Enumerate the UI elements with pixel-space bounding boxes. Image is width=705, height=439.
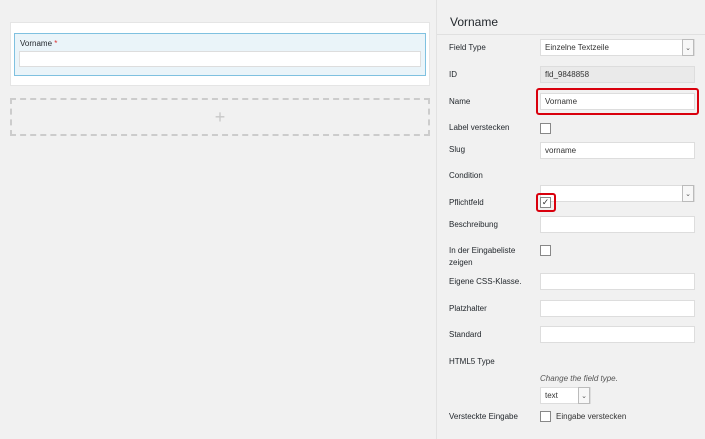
- default-field[interactable]: [540, 326, 695, 343]
- form-canvas: Vorname * +: [0, 0, 436, 439]
- entry-list-checkbox[interactable]: [540, 245, 551, 256]
- css-class-field[interactable]: [540, 273, 695, 290]
- hidden-input-control[interactable]: Eingabe verstecken: [540, 411, 626, 422]
- preview-field-label: Vorname *: [20, 39, 57, 48]
- preview-text-input[interactable]: [19, 51, 421, 67]
- condition-label: Condition: [449, 171, 483, 180]
- required-label: Pflichtfeld: [449, 198, 484, 207]
- required-asterisk: *: [54, 39, 58, 48]
- hide-label-label: Label verstecken: [449, 123, 510, 132]
- slug-value: vorname: [545, 146, 577, 155]
- condition-select[interactable]: ⌄: [540, 185, 695, 202]
- placeholder-field[interactable]: [540, 300, 695, 317]
- chevron-down-icon[interactable]: ⌄: [682, 39, 694, 56]
- field-card[interactable]: Vorname *: [10, 22, 430, 86]
- selected-field-preview[interactable]: Vorname *: [14, 33, 426, 76]
- hide-label-checkbox[interactable]: [540, 123, 551, 134]
- html5-type-value: text: [545, 391, 558, 400]
- chevron-down-icon[interactable]: ⌄: [578, 387, 590, 404]
- panel-title: Vorname: [450, 15, 499, 29]
- slug-label: Slug: [449, 145, 466, 154]
- id-label: ID: [449, 70, 457, 79]
- html5-type-label: HTML5 Type: [449, 357, 495, 366]
- default-label: Standard: [449, 330, 482, 339]
- slug-field[interactable]: vorname: [540, 142, 695, 159]
- name-label: Name: [449, 97, 471, 106]
- entry-list-label: In der Eingabeliste zeigen: [449, 246, 516, 267]
- field-type-select[interactable]: Einzelne Textzeile ⌄: [540, 39, 695, 56]
- id-value: fld_9848858: [545, 70, 590, 79]
- html5-type-select[interactable]: text ⌄: [540, 387, 591, 404]
- name-field[interactable]: Vorname: [540, 93, 695, 110]
- panel-divider: [437, 34, 705, 35]
- id-field: fld_9848858: [540, 66, 695, 83]
- description-field[interactable]: [540, 216, 695, 233]
- add-field-button[interactable]: +: [10, 98, 430, 136]
- required-checkbox[interactable]: ✓: [540, 197, 551, 208]
- name-value: Vorname: [545, 97, 578, 106]
- plus-icon: +: [214, 107, 226, 127]
- field-type-label: Field Type: [449, 43, 486, 52]
- field-settings-panel: Vorname Field Type Einzelne Textzeile ⌄ …: [436, 0, 705, 439]
- field-type-value: Einzelne Textzeile: [545, 43, 609, 52]
- hidden-input-checkbox[interactable]: [540, 411, 551, 422]
- preview-label-text: Vorname: [20, 39, 53, 48]
- html5-type-hint: Change the field type.: [540, 374, 618, 383]
- description-label: Beschreibung: [449, 220, 498, 229]
- hidden-input-checkbox-label[interactable]: Eingabe verstecken: [556, 412, 626, 421]
- css-class-label: Eigene CSS-Klasse.: [449, 277, 522, 286]
- hidden-input-label: Versteckte Eingabe: [449, 412, 518, 421]
- chevron-down-icon[interactable]: ⌄: [682, 185, 694, 202]
- placeholder-label: Platzhalter: [449, 304, 487, 313]
- checkmark-icon: ✓: [541, 197, 550, 207]
